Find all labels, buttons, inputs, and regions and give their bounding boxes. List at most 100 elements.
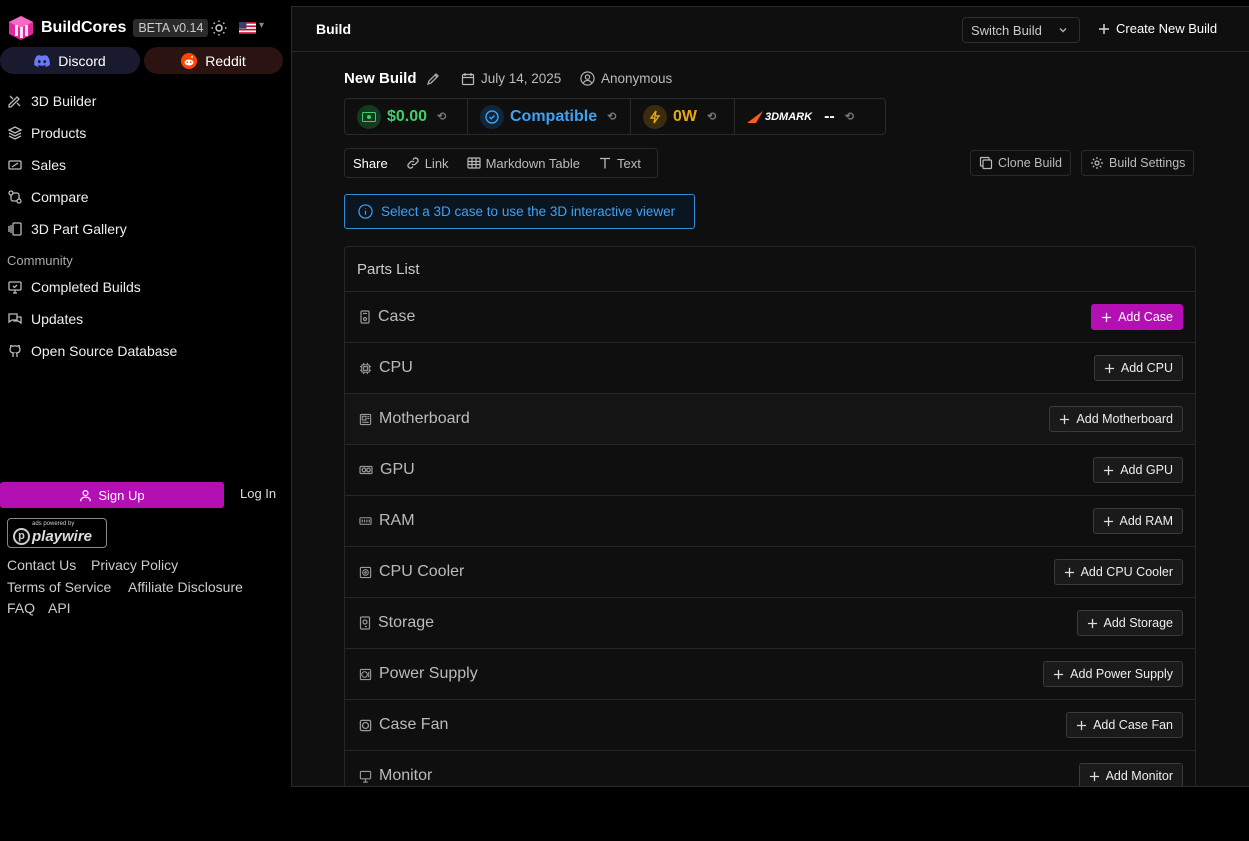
- nav-item-products[interactable]: Products: [0, 120, 291, 146]
- share-markdown-button[interactable]: Markdown Table: [466, 155, 580, 171]
- plus-icon: [1099, 23, 1109, 34]
- nav-item-sales[interactable]: Sales: [0, 152, 291, 178]
- contact-us-link[interactable]: Contact Us: [7, 557, 76, 573]
- nav-item-completed-builds[interactable]: Completed Builds: [0, 274, 291, 300]
- nav-item-open-source-database[interactable]: Open Source Database: [0, 338, 291, 364]
- discord-icon: [34, 54, 51, 67]
- compare-icon: [8, 190, 22, 204]
- create-new-build-button[interactable]: Create New Build: [1098, 21, 1217, 36]
- add-monitor-button[interactable]: Add Monitor: [1078, 763, 1183, 786]
- part-row-cpu-cooler: CPU Cooler Add CPU Cooler: [345, 547, 1195, 598]
- faq-link[interactable]: FAQ: [7, 600, 35, 616]
- nav-item-updates[interactable]: Updates: [0, 306, 291, 332]
- playwire-ad-badge[interactable]: ads powered by p playwire: [7, 518, 107, 548]
- plus-icon: [1089, 771, 1099, 781]
- ruler-pencil-icon: [8, 95, 21, 108]
- language-chevron-icon[interactable]: ▾: [259, 20, 264, 31]
- reddit-button[interactable]: Reddit: [144, 47, 283, 74]
- top-bar: Build Switch Build Create New Build: [292, 7, 1249, 52]
- discord-button[interactable]: Discord: [0, 47, 140, 74]
- benchmark-stat[interactable]: 3DMARK -- ⟲: [735, 99, 885, 134]
- ram-icon: [359, 517, 372, 525]
- nav-label: Compare: [31, 189, 89, 205]
- parts-list-title: Parts List: [345, 247, 1195, 292]
- log-in-link[interactable]: Log In: [240, 486, 276, 501]
- part-name: Case: [378, 308, 416, 325]
- refresh-icon[interactable]: ⟲: [437, 110, 446, 123]
- plus-icon: [1060, 414, 1070, 424]
- share-text-button[interactable]: Text: [598, 156, 641, 171]
- monitor-check-icon: [8, 281, 22, 294]
- build-settings-button[interactable]: Build Settings: [1081, 150, 1195, 176]
- nav-item-3d-part-gallery[interactable]: 3D Part Gallery: [0, 216, 291, 242]
- add-case-button[interactable]: Add Case: [1091, 304, 1183, 330]
- monitor-icon: [359, 770, 372, 783]
- add-ram-button[interactable]: Add RAM: [1092, 508, 1183, 534]
- chevron-down-icon: [1059, 27, 1067, 33]
- part-row-power-supply: Power Supply Add Power Supply: [345, 649, 1195, 700]
- share-link-button[interactable]: Link: [406, 156, 449, 171]
- privacy-policy-link[interactable]: Privacy Policy: [91, 557, 178, 573]
- terms-of-service-link[interactable]: Terms of Service: [7, 579, 111, 595]
- nav-label: Open Source Database: [31, 343, 178, 359]
- part-row-cpu: CPU Add CPU: [345, 343, 1195, 394]
- create-new-build-label: Create New Build: [1116, 21, 1218, 36]
- main-panel: Build Switch Build Create New Build New …: [291, 6, 1249, 787]
- build-settings-label: Build Settings: [1109, 156, 1186, 170]
- add-motherboard-button[interactable]: Add Motherboard: [1049, 406, 1183, 432]
- switch-build-dropdown[interactable]: Switch Build: [962, 17, 1080, 43]
- affiliate-disclosure-link[interactable]: Affiliate Disclosure: [128, 579, 243, 595]
- add-cpu-cooler-label: Add CPU Cooler: [1080, 565, 1173, 579]
- add-case-fan-button[interactable]: Add Case Fan: [1066, 712, 1183, 738]
- info-icon: [358, 204, 373, 219]
- playwire-logo-text: playwire: [32, 528, 93, 545]
- plus-icon: [1054, 669, 1064, 679]
- add-storage-button[interactable]: Add Storage: [1076, 610, 1183, 636]
- add-power-supply-button[interactable]: Add Power Supply: [1043, 661, 1183, 687]
- power-value: 0W: [673, 107, 697, 125]
- 3d-viewer-info-banner: Select a 3D case to use the 3D interacti…: [344, 194, 695, 229]
- add-cpu-button[interactable]: Add CPU: [1093, 355, 1183, 381]
- layers-icon: [7, 126, 23, 140]
- us-flag-icon[interactable]: [239, 22, 256, 34]
- api-link[interactable]: API: [48, 600, 71, 616]
- part-name: RAM: [379, 512, 415, 529]
- refresh-icon[interactable]: ⟲: [607, 110, 616, 123]
- nav-item-compare[interactable]: Compare: [0, 184, 291, 210]
- brand-name: BuildCores: [41, 19, 127, 36]
- plus-icon: [1064, 567, 1074, 577]
- community-section-label: Community: [7, 253, 73, 268]
- plus-icon: [1102, 312, 1112, 322]
- share-markdown-label: Markdown Table: [485, 155, 580, 171]
- nav-item-3d-builder[interactable]: 3D Builder: [0, 88, 291, 114]
- add-case-fan-label: Add Case Fan: [1093, 718, 1173, 732]
- edit-pencil-icon[interactable]: [426, 72, 440, 86]
- nav-label: Updates: [31, 311, 84, 327]
- power-supply-icon: [359, 668, 372, 680]
- parts-list: Parts List Case Add Case CPU Add CPU Mot…: [344, 246, 1196, 786]
- theme-toggle-sun-icon[interactable]: [210, 19, 228, 37]
- part-row-ram: RAM Add RAM: [345, 496, 1195, 547]
- benchmark-brand: 3DMARK: [765, 110, 813, 123]
- brand[interactable]: BuildCores BETA v0.14: [8, 14, 209, 42]
- power-stat[interactable]: 0W ⟲: [631, 99, 735, 134]
- clone-build-label: Clone Build: [998, 156, 1062, 170]
- add-cpu-cooler-button[interactable]: Add CPU Cooler: [1053, 559, 1183, 585]
- part-name: CPU Cooler: [379, 563, 465, 580]
- price-value: $0.00: [387, 107, 428, 125]
- compatibility-stat[interactable]: Compatible ⟲: [468, 99, 631, 134]
- build-author: Anonymous: [580, 71, 672, 86]
- clone-build-button[interactable]: Clone Build: [970, 150, 1071, 176]
- lightning-icon: [643, 104, 667, 129]
- sign-up-button[interactable]: Sign Up: [0, 482, 224, 508]
- switch-build-label: Switch Build: [971, 22, 1042, 38]
- refresh-icon[interactable]: ⟲: [845, 110, 854, 123]
- hard-drive-icon: [359, 616, 371, 630]
- refresh-icon[interactable]: ⟲: [707, 110, 716, 123]
- add-gpu-button[interactable]: Add GPU: [1093, 457, 1183, 483]
- price-stat[interactable]: $0.00 ⟲: [345, 99, 468, 134]
- part-name: Storage: [378, 614, 435, 631]
- 3dmark-logo-icon: [747, 110, 763, 123]
- link-icon: [407, 157, 419, 169]
- part-name: Motherboard: [379, 410, 470, 427]
